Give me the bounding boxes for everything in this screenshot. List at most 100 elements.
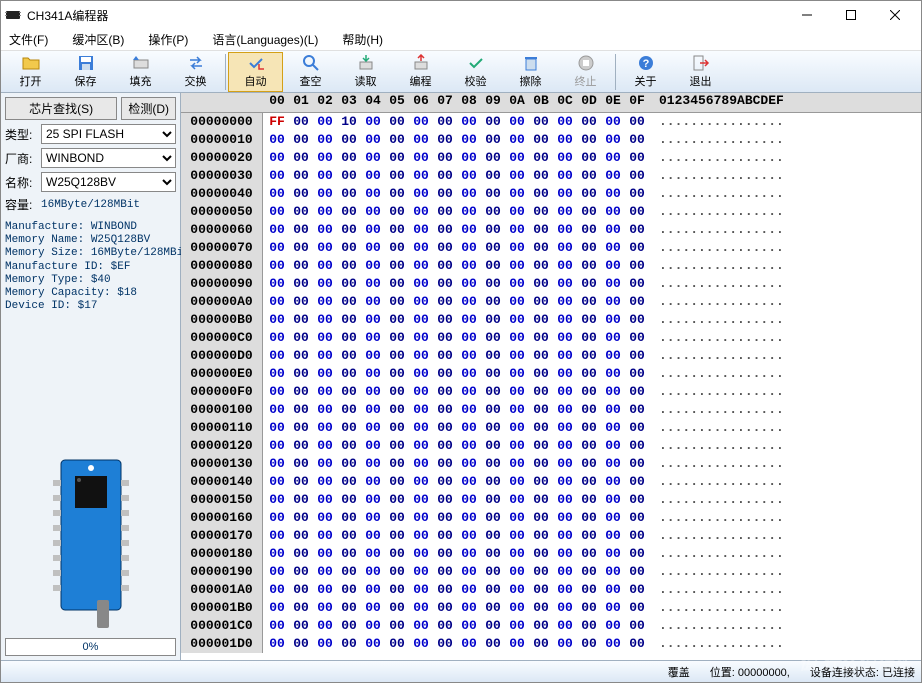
name-select[interactable]: W25Q128BV: [41, 172, 176, 192]
hex-byte[interactable]: 00: [337, 509, 361, 527]
chip-search-button[interactable]: 芯片查找(S): [5, 97, 117, 120]
hex-byte[interactable]: 00: [553, 167, 577, 185]
hex-byte[interactable]: 00: [481, 257, 505, 275]
hex-byte[interactable]: 00: [529, 203, 553, 221]
hex-byte[interactable]: 00: [625, 473, 649, 491]
hex-byte[interactable]: 00: [529, 185, 553, 203]
hex-byte[interactable]: 00: [409, 491, 433, 509]
hex-row[interactable]: 0000018000000000000000000000000000000000…: [181, 545, 921, 563]
hex-byte[interactable]: 00: [457, 401, 481, 419]
hex-byte[interactable]: 00: [553, 581, 577, 599]
hex-byte[interactable]: 00: [529, 113, 553, 131]
hex-byte[interactable]: 00: [505, 185, 529, 203]
hex-byte[interactable]: 00: [481, 113, 505, 131]
hex-byte[interactable]: 00: [337, 599, 361, 617]
hex-byte[interactable]: 00: [505, 401, 529, 419]
hex-byte[interactable]: 00: [625, 491, 649, 509]
hex-byte[interactable]: 00: [433, 275, 457, 293]
hex-byte[interactable]: 00: [385, 581, 409, 599]
hex-byte[interactable]: 00: [337, 257, 361, 275]
hex-byte[interactable]: 00: [481, 149, 505, 167]
hex-byte[interactable]: 00: [289, 221, 313, 239]
fill-button[interactable]: 填充: [113, 52, 168, 92]
hex-byte[interactable]: 00: [361, 455, 385, 473]
hex-byte[interactable]: 00: [265, 293, 289, 311]
hex-byte[interactable]: 00: [409, 419, 433, 437]
hex-byte[interactable]: 00: [385, 545, 409, 563]
hex-byte[interactable]: 00: [433, 185, 457, 203]
hex-byte[interactable]: 00: [361, 365, 385, 383]
hex-byte[interactable]: 00: [433, 419, 457, 437]
hex-byte[interactable]: 00: [601, 221, 625, 239]
hex-byte[interactable]: 00: [601, 311, 625, 329]
hex-byte[interactable]: 00: [265, 527, 289, 545]
hex-byte[interactable]: 00: [265, 401, 289, 419]
hex-byte[interactable]: 00: [505, 491, 529, 509]
hex-byte[interactable]: 00: [409, 581, 433, 599]
hex-byte[interactable]: 00: [265, 419, 289, 437]
hex-byte[interactable]: 00: [313, 383, 337, 401]
hex-byte[interactable]: 00: [313, 131, 337, 149]
hex-row[interactable]: 0000005000000000000000000000000000000000…: [181, 203, 921, 221]
hex-byte[interactable]: 00: [313, 347, 337, 365]
hex-byte[interactable]: 00: [553, 563, 577, 581]
hex-byte[interactable]: 00: [289, 563, 313, 581]
hex-byte[interactable]: 00: [409, 275, 433, 293]
hex-byte[interactable]: 00: [361, 131, 385, 149]
hex-byte[interactable]: 00: [385, 617, 409, 635]
hex-byte[interactable]: 00: [553, 365, 577, 383]
hex-byte[interactable]: 00: [529, 167, 553, 185]
hex-byte[interactable]: 00: [409, 293, 433, 311]
hex-row[interactable]: 0000008000000000000000000000000000000000…: [181, 257, 921, 275]
hex-byte[interactable]: 00: [361, 329, 385, 347]
hex-byte[interactable]: 00: [457, 113, 481, 131]
hex-byte[interactable]: 00: [313, 527, 337, 545]
hex-byte[interactable]: 00: [433, 401, 457, 419]
hex-byte[interactable]: 00: [313, 509, 337, 527]
hex-byte[interactable]: 00: [289, 113, 313, 131]
hex-byte[interactable]: 00: [505, 617, 529, 635]
hex-byte[interactable]: 00: [505, 257, 529, 275]
hex-byte[interactable]: 00: [385, 311, 409, 329]
hex-byte[interactable]: 00: [505, 149, 529, 167]
hex-byte[interactable]: 00: [529, 401, 553, 419]
hex-byte[interactable]: 00: [289, 437, 313, 455]
hex-byte[interactable]: 00: [481, 419, 505, 437]
hex-byte[interactable]: 00: [457, 167, 481, 185]
hex-row[interactable]: 000000E000000000000000000000000000000000…: [181, 365, 921, 383]
hex-byte[interactable]: 00: [577, 113, 601, 131]
hex-byte[interactable]: 00: [433, 131, 457, 149]
hex-byte[interactable]: 00: [265, 473, 289, 491]
hex-byte[interactable]: 00: [409, 383, 433, 401]
hex-byte[interactable]: 00: [313, 419, 337, 437]
hex-byte[interactable]: 00: [385, 491, 409, 509]
hex-byte[interactable]: 00: [409, 257, 433, 275]
hex-byte[interactable]: 00: [553, 185, 577, 203]
hex-byte[interactable]: 00: [289, 203, 313, 221]
hex-byte[interactable]: 00: [337, 563, 361, 581]
hex-byte[interactable]: 00: [289, 257, 313, 275]
hex-byte[interactable]: 00: [529, 329, 553, 347]
hex-byte[interactable]: 00: [457, 527, 481, 545]
hex-byte[interactable]: 00: [553, 131, 577, 149]
hex-byte[interactable]: 00: [481, 455, 505, 473]
hex-byte[interactable]: 00: [289, 491, 313, 509]
hex-byte[interactable]: 00: [385, 203, 409, 221]
hex-byte[interactable]: 00: [433, 149, 457, 167]
hex-byte[interactable]: 00: [457, 347, 481, 365]
maximize-button[interactable]: [829, 1, 873, 29]
hex-byte[interactable]: 00: [553, 599, 577, 617]
hex-byte[interactable]: 00: [457, 149, 481, 167]
hex-byte[interactable]: 00: [625, 149, 649, 167]
minimize-button[interactable]: [785, 1, 829, 29]
hex-row[interactable]: 0000017000000000000000000000000000000000…: [181, 527, 921, 545]
hex-byte[interactable]: 00: [313, 329, 337, 347]
hex-byte[interactable]: 00: [529, 581, 553, 599]
menu-operate[interactable]: 操作(P): [148, 31, 188, 48]
hex-byte[interactable]: 00: [577, 365, 601, 383]
hex-byte[interactable]: 00: [505, 221, 529, 239]
hex-byte[interactable]: 00: [481, 473, 505, 491]
hex-byte[interactable]: 00: [385, 599, 409, 617]
hex-byte[interactable]: 00: [409, 509, 433, 527]
hex-byte[interactable]: 00: [481, 401, 505, 419]
